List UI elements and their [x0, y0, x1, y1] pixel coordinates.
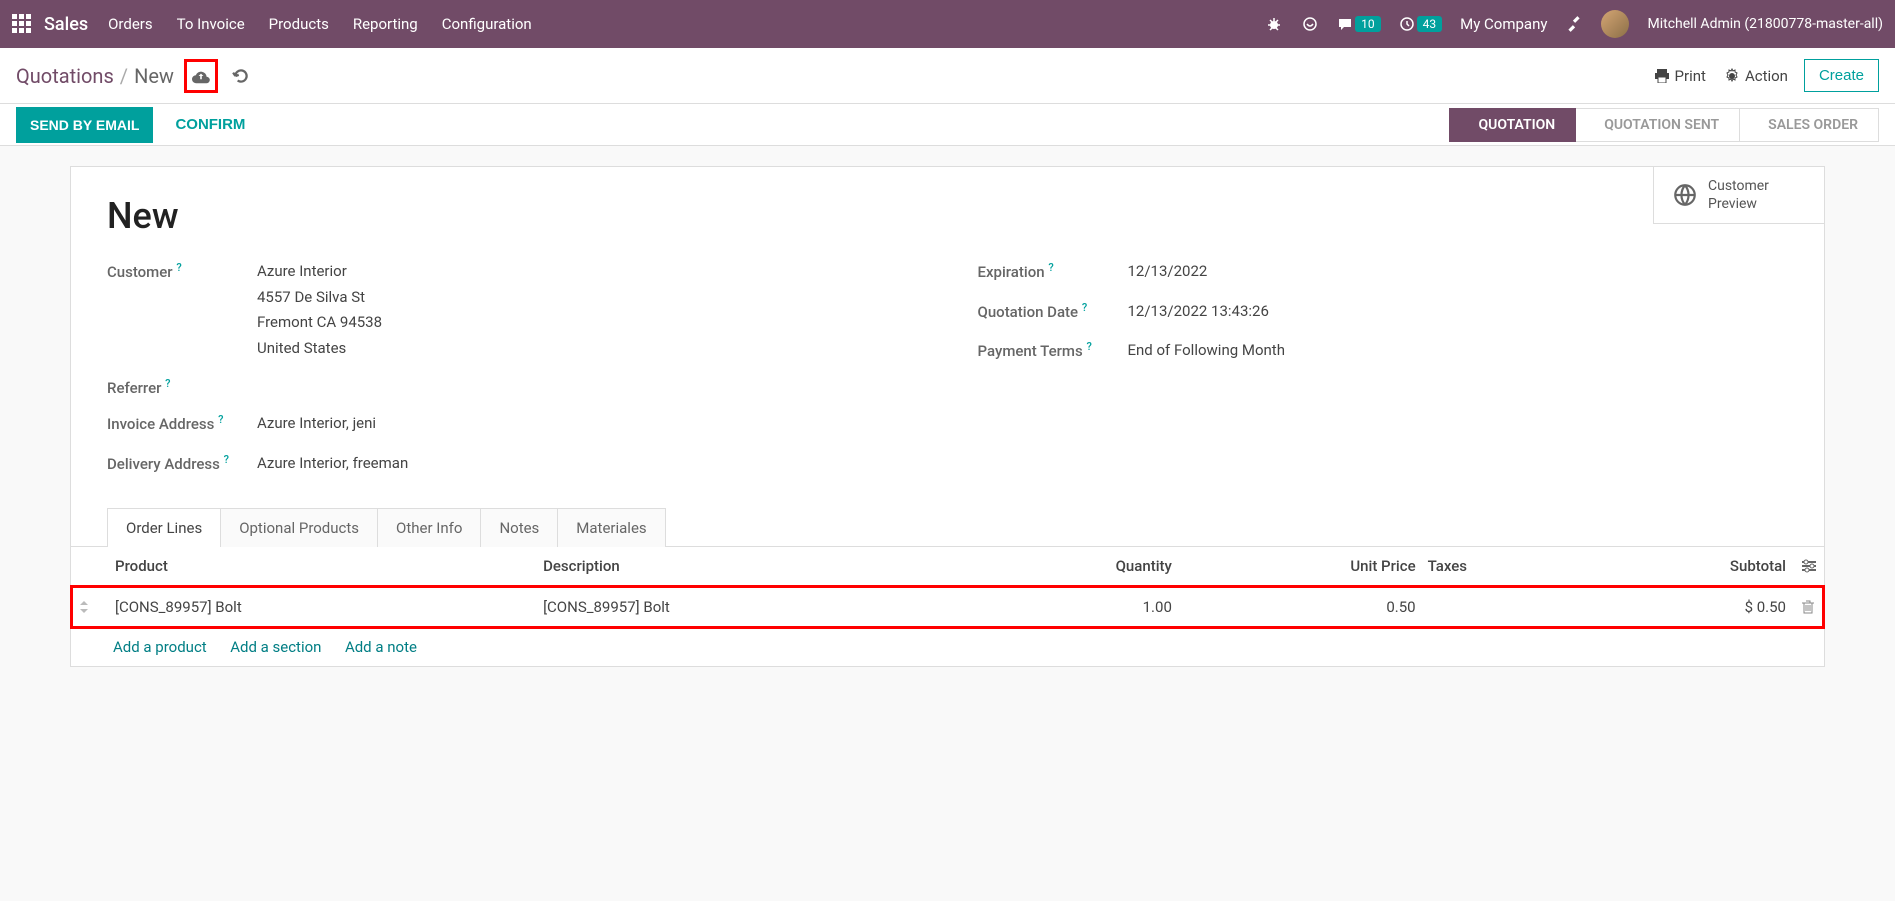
help-icon[interactable]: ?: [1082, 301, 1087, 314]
stage-quotation-sent[interactable]: QUOTATION SENT: [1576, 108, 1740, 142]
delivery-address-field[interactable]: Azure Interior, freeman: [257, 451, 918, 477]
add-product-link[interactable]: Add a product: [113, 638, 207, 656]
tab-optional-products[interactable]: Optional Products: [220, 508, 378, 547]
add-links: Add a product Add a section Add a note: [71, 628, 1824, 666]
help-icon[interactable]: ?: [218, 413, 223, 426]
col-subtotal[interactable]: Subtotal: [1578, 547, 1794, 586]
customer-field[interactable]: Azure Interior 4557 De Silva St Fremont …: [257, 259, 918, 361]
tab-materiales[interactable]: Materiales: [557, 508, 665, 547]
cell-unit-price[interactable]: 0.50: [1180, 586, 1424, 629]
save-button[interactable]: [184, 59, 218, 93]
menu-to-invoice[interactable]: To Invoice: [177, 15, 245, 33]
columns-options-icon[interactable]: [1794, 547, 1824, 586]
menu-reporting[interactable]: Reporting: [353, 15, 418, 33]
order-lines-table: Product Description Quantity Unit Price …: [71, 547, 1824, 628]
cell-product[interactable]: [CONS_89957] Bolt: [107, 586, 535, 629]
company-selector[interactable]: My Company: [1460, 15, 1547, 33]
col-description[interactable]: Description: [535, 547, 963, 586]
help-icon[interactable]: ?: [176, 261, 181, 274]
delete-row-icon[interactable]: [1794, 586, 1824, 629]
top-navbar: Sales Orders To Invoice Products Reporti…: [0, 0, 1895, 48]
print-button[interactable]: Print: [1654, 67, 1706, 85]
activities-icon[interactable]: 43: [1399, 16, 1443, 32]
expiration-field[interactable]: 12/13/2022: [1128, 259, 1789, 285]
activities-badge: 43: [1417, 16, 1443, 32]
customer-preview-label: CustomerPreview: [1708, 177, 1769, 213]
action-button[interactable]: Action: [1724, 67, 1788, 85]
main-menu: Orders To Invoice Products Reporting Con…: [108, 15, 1265, 33]
messages-icon[interactable]: 10: [1337, 16, 1381, 32]
debug-icon[interactable]: [1265, 15, 1283, 33]
create-button[interactable]: Create: [1804, 59, 1879, 92]
drag-handle-icon[interactable]: [71, 586, 107, 629]
col-product[interactable]: Product: [107, 547, 535, 586]
tab-order-lines[interactable]: Order Lines: [107, 508, 221, 547]
breadcrumb-separator: /: [120, 64, 128, 88]
payment-terms-label: Payment Terms ?: [978, 338, 1128, 360]
tools-icon[interactable]: [1565, 15, 1583, 33]
globe-icon: [1672, 182, 1698, 208]
order-line-row[interactable]: [CONS_89957] Bolt [CONS_89957] Bolt 1.00…: [71, 586, 1824, 629]
username[interactable]: Mitchell Admin (21800778-master-all): [1647, 16, 1883, 32]
menu-orders[interactable]: Orders: [108, 15, 153, 33]
confirm-button[interactable]: CONFIRM: [161, 106, 259, 143]
breadcrumb-bar: Quotations / New Print Action Create: [0, 48, 1895, 104]
col-quantity[interactable]: Quantity: [963, 547, 1180, 586]
form-tabs: Order Lines Optional Products Other Info…: [71, 508, 1824, 547]
menu-configuration[interactable]: Configuration: [442, 15, 532, 33]
invoice-address-label: Invoice Address ?: [107, 411, 257, 433]
referrer-label: Referrer ?: [107, 375, 257, 397]
support-icon[interactable]: [1301, 15, 1319, 33]
stage-sales-order[interactable]: SALES ORDER: [1740, 108, 1879, 142]
customer-label: Customer ?: [107, 259, 257, 281]
cell-taxes[interactable]: [1424, 586, 1578, 629]
delivery-address-label: Delivery Address ?: [107, 451, 257, 473]
col-unit-price[interactable]: Unit Price: [1180, 547, 1424, 586]
add-section-link[interactable]: Add a section: [230, 638, 321, 656]
tab-notes[interactable]: Notes: [480, 508, 558, 547]
tab-other-info[interactable]: Other Info: [377, 508, 481, 547]
help-icon[interactable]: ?: [1048, 261, 1053, 274]
quotation-date-field[interactable]: 12/13/2022 13:43:26: [1128, 299, 1789, 325]
discard-button[interactable]: [232, 67, 250, 85]
apps-icon[interactable]: [12, 14, 32, 34]
status-bar: SEND BY EMAIL CONFIRM QUOTATION QUOTATIO…: [0, 104, 1895, 146]
breadcrumb-current: New: [134, 64, 174, 88]
payment-terms-field[interactable]: End of Following Month: [1128, 338, 1789, 364]
stage-quotation[interactable]: QUOTATION: [1449, 108, 1576, 142]
cell-description[interactable]: [CONS_89957] Bolt: [535, 586, 963, 629]
breadcrumb-parent[interactable]: Quotations: [16, 64, 114, 88]
help-icon[interactable]: ?: [1086, 340, 1091, 353]
cell-subtotal: $ 0.50: [1578, 586, 1794, 629]
menu-products[interactable]: Products: [269, 15, 329, 33]
cell-quantity[interactable]: 1.00: [963, 586, 1180, 629]
col-taxes[interactable]: Taxes: [1424, 547, 1578, 586]
button-box: CustomerPreview: [1653, 167, 1824, 224]
invoice-address-field[interactable]: Azure Interior, jeni: [257, 411, 918, 437]
quotation-date-label: Quotation Date ?: [978, 299, 1128, 321]
expiration-label: Expiration ?: [978, 259, 1128, 281]
add-note-link[interactable]: Add a note: [345, 638, 417, 656]
user-avatar[interactable]: [1601, 10, 1629, 38]
messages-badge: 10: [1355, 16, 1381, 32]
customer-preview-button[interactable]: CustomerPreview: [1654, 167, 1824, 223]
help-icon[interactable]: ?: [165, 377, 170, 390]
help-icon[interactable]: ?: [224, 453, 229, 466]
form-sheet: CustomerPreview New Customer ? Azure Int…: [70, 166, 1825, 667]
status-stages: QUOTATION QUOTATION SENT SALES ORDER: [1449, 108, 1879, 142]
send-by-email-button[interactable]: SEND BY EMAIL: [16, 107, 153, 143]
form-title: New: [107, 195, 1788, 237]
app-brand[interactable]: Sales: [44, 14, 88, 35]
